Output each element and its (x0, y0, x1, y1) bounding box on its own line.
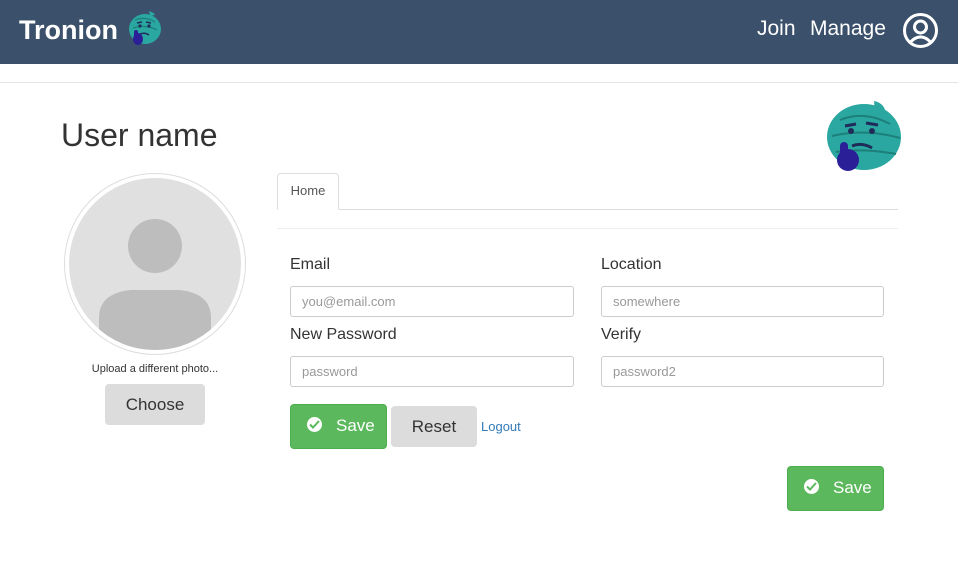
page-title: User name (61, 117, 218, 153)
tab-strip-border (277, 209, 898, 210)
check-circle-icon (307, 417, 322, 432)
section-divider (277, 228, 898, 229)
email-label: Email (290, 256, 331, 273)
location-field[interactable] (601, 286, 884, 317)
verify-label: Verify (601, 326, 642, 343)
logout-link[interactable]: Logout (481, 419, 521, 434)
top-navbar: Tronion Join Manage (0, 0, 958, 64)
save-bottom-button-label: Save (833, 478, 872, 497)
brand-name[interactable]: Tronion (19, 15, 118, 46)
save-button-label: Save (336, 416, 375, 435)
check-circle-icon (804, 479, 819, 494)
tronion-mascot-icon (827, 101, 901, 171)
account-circle-icon[interactable] (902, 12, 939, 49)
upload-photo-label: Upload a different photo... (91, 363, 219, 375)
profile-avatar (64, 173, 246, 355)
choose-photo-button[interactable]: Choose (105, 384, 205, 425)
save-button[interactable]: Save (290, 404, 387, 449)
new-password-field[interactable] (290, 356, 574, 387)
reset-button[interactable]: Reset (391, 406, 477, 447)
user-placeholder-icon (99, 219, 211, 350)
location-label: Location (601, 256, 662, 273)
new-password-label: New Password (290, 326, 397, 343)
tab-home[interactable]: Home (277, 173, 339, 210)
verify-password-field[interactable] (601, 356, 884, 387)
tronion-logo-icon[interactable] (123, 8, 163, 48)
email-field[interactable] (290, 286, 574, 317)
save-bottom-button[interactable]: Save (787, 466, 884, 511)
avatar-placeholder (69, 178, 241, 350)
nav-join-link[interactable]: Join (757, 17, 796, 41)
header-divider (0, 82, 958, 83)
nav-manage-link[interactable]: Manage (810, 17, 886, 41)
